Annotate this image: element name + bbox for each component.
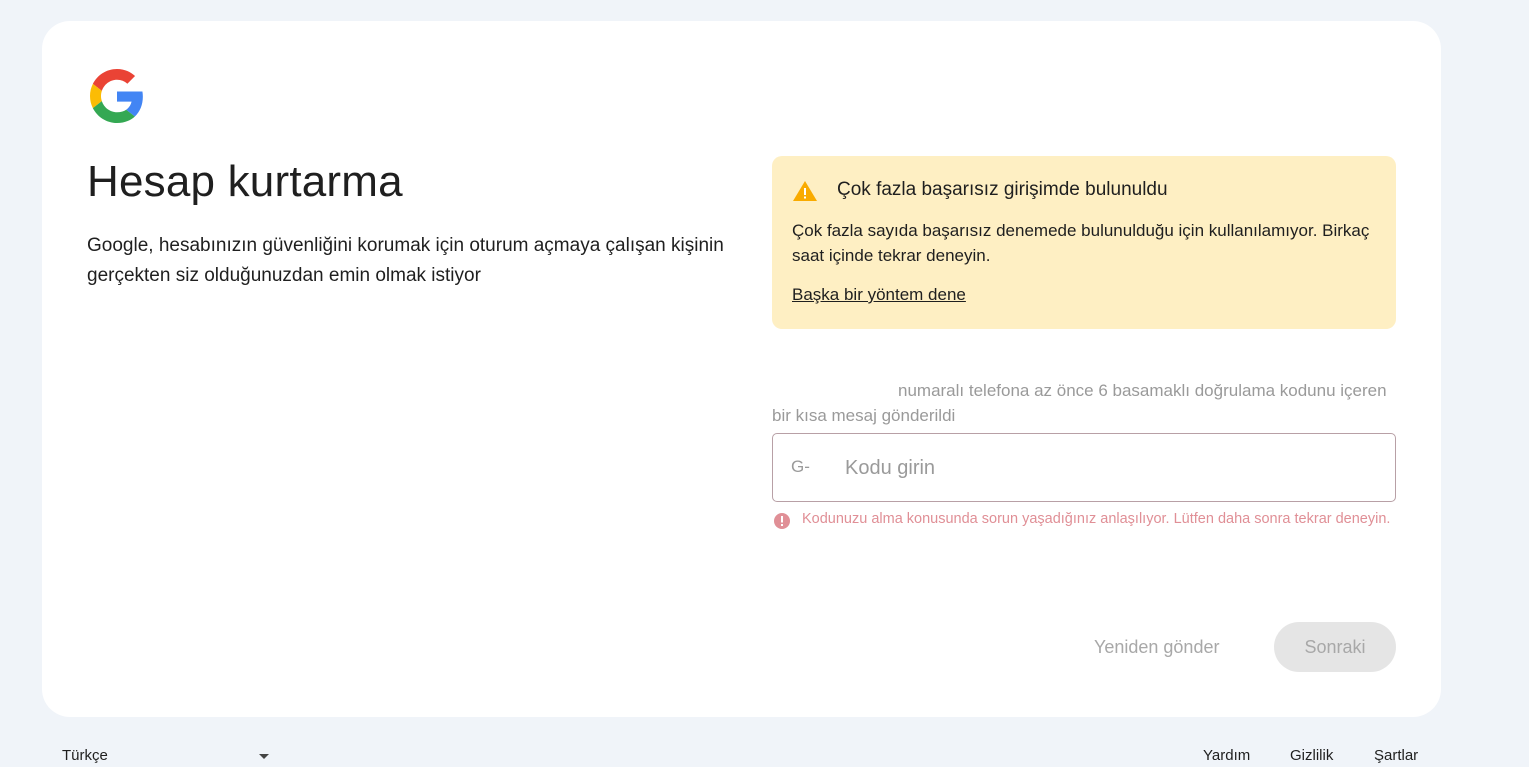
- terms-link[interactable]: Şartlar: [1374, 747, 1418, 764]
- error-message: Kodunuzu alma konusunda sorun yaşadığını…: [802, 511, 1391, 527]
- language-selector[interactable]: Türkçe: [52, 738, 278, 767]
- google-logo-icon: [90, 69, 143, 123]
- code-prefix: G-: [791, 457, 810, 476]
- recovery-card: Hesap kurtarma Google, hesabınızın güven…: [42, 21, 1441, 717]
- code-input[interactable]: [845, 448, 1375, 488]
- language-label: Türkçe: [62, 747, 108, 764]
- page-description: Google, hesabınızın güvenliğini korumak …: [87, 235, 724, 286]
- alert-body: Çok fazla sayıda başarısız denemede bulu…: [792, 221, 1370, 265]
- sms-text: numaralı telefona az önce 6 basamaklı do…: [772, 381, 1387, 425]
- warning-icon: [793, 181, 817, 201]
- caret-down-icon: [259, 754, 269, 759]
- sms-sent-message: numaralı telefona az önce 6 basamaklı do…: [772, 378, 1396, 428]
- alert-title: Çok fazla başarısız girişimde bulunuldu: [837, 179, 1168, 200]
- next-button[interactable]: Sonraki: [1274, 622, 1396, 672]
- failed-attempts-alert: Çok fazla başarısız girişimde bulunuldu …: [772, 156, 1396, 329]
- privacy-link[interactable]: Gizlilik: [1290, 747, 1333, 764]
- error-icon: [774, 513, 790, 529]
- code-field[interactable]: G-: [772, 433, 1396, 502]
- page-title: Hesap kurtarma: [87, 157, 403, 206]
- try-another-way-link[interactable]: Başka bir yöntem dene: [792, 285, 966, 305]
- resend-button[interactable]: Yeniden gönder: [1076, 623, 1237, 671]
- help-link[interactable]: Yardım: [1203, 747, 1250, 764]
